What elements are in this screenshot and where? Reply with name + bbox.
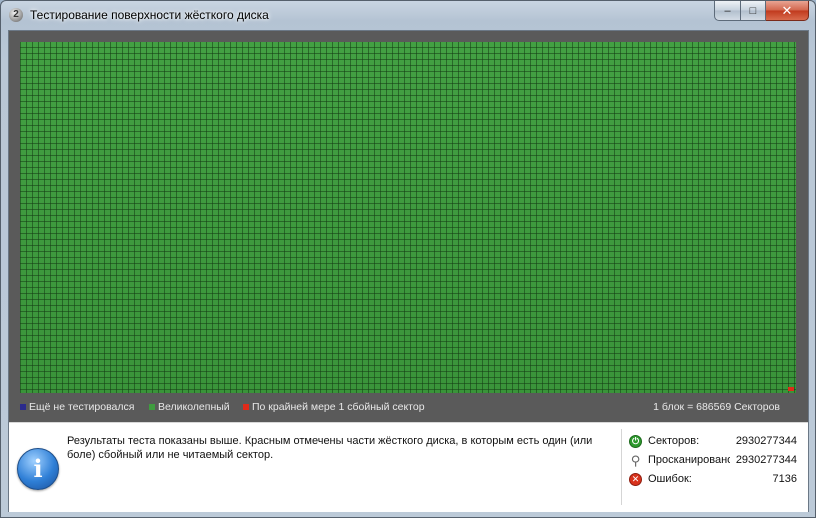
block-size-info: 1 блок = 686569 Секторов: [653, 401, 780, 413]
window-controls: – □ ✕: [714, 1, 809, 21]
client-area: Ещё не тестировался Великолепный По край…: [8, 30, 809, 512]
scanned-value: 2930277344: [735, 454, 797, 466]
info-icon: i: [17, 448, 59, 490]
sectors-label: Секторов:: [648, 435, 700, 447]
surface-map-area: Ещё не тестировался Великолепный По край…: [9, 31, 808, 422]
scanned-label: Просканировано: [648, 454, 730, 466]
result-message: Результаты теста показаны выше. Красным …: [67, 435, 593, 461]
legend-item-excellent: Великолепный: [149, 401, 230, 413]
window-title: Тестирование поверхности жёсткого диска: [30, 8, 269, 22]
legend-item-bad: По крайней мере 1 сбойный сектор: [243, 401, 425, 413]
maximize-button[interactable]: □: [741, 1, 766, 21]
app-icon: 2: [9, 8, 23, 22]
magnifier-icon: ⚲: [630, 453, 641, 468]
legend-bad-label: По крайней мере 1 сбойный сектор: [252, 401, 425, 413]
power-icon: ⏻: [629, 435, 642, 448]
minimize-button[interactable]: –: [714, 1, 741, 21]
stat-row-sectors: ⏻ Секторов: 2930277344: [629, 434, 801, 453]
surface-block-grid: [20, 42, 796, 393]
sectors-value: 2930277344: [735, 435, 797, 447]
legend-untested-label: Ещё не тестировался: [29, 401, 135, 413]
untested-swatch: [20, 404, 26, 410]
stats-panel: ⏻ Секторов: 2930277344 ⚲ Просканировано …: [629, 434, 801, 491]
stat-row-errors: ✕ Ошибок: 7136: [629, 472, 801, 491]
bad-block-marker: [788, 387, 794, 391]
legend-item-untested: Ещё не тестировался: [20, 401, 134, 413]
errors-value: 7136: [772, 473, 797, 485]
stat-row-scanned: ⚲ Просканировано 2930277344: [629, 453, 801, 472]
close-button[interactable]: ✕: [766, 1, 809, 21]
legend-excellent-label: Великолепный: [158, 401, 230, 413]
excellent-swatch: [149, 404, 155, 410]
legend: Ещё не тестировался Великолепный По край…: [20, 401, 796, 415]
error-icon: ✕: [629, 473, 642, 486]
surface-test-window: 2 Тестирование поверхности жёсткого диск…: [0, 0, 816, 518]
title-bar[interactable]: 2 Тестирование поверхности жёсткого диск…: [1, 1, 815, 29]
info-panel: i Результаты теста показаны выше. Красны…: [9, 422, 808, 512]
errors-label: Ошибок:: [648, 473, 692, 485]
stats-divider: [621, 429, 622, 505]
bad-swatch: [243, 404, 249, 410]
